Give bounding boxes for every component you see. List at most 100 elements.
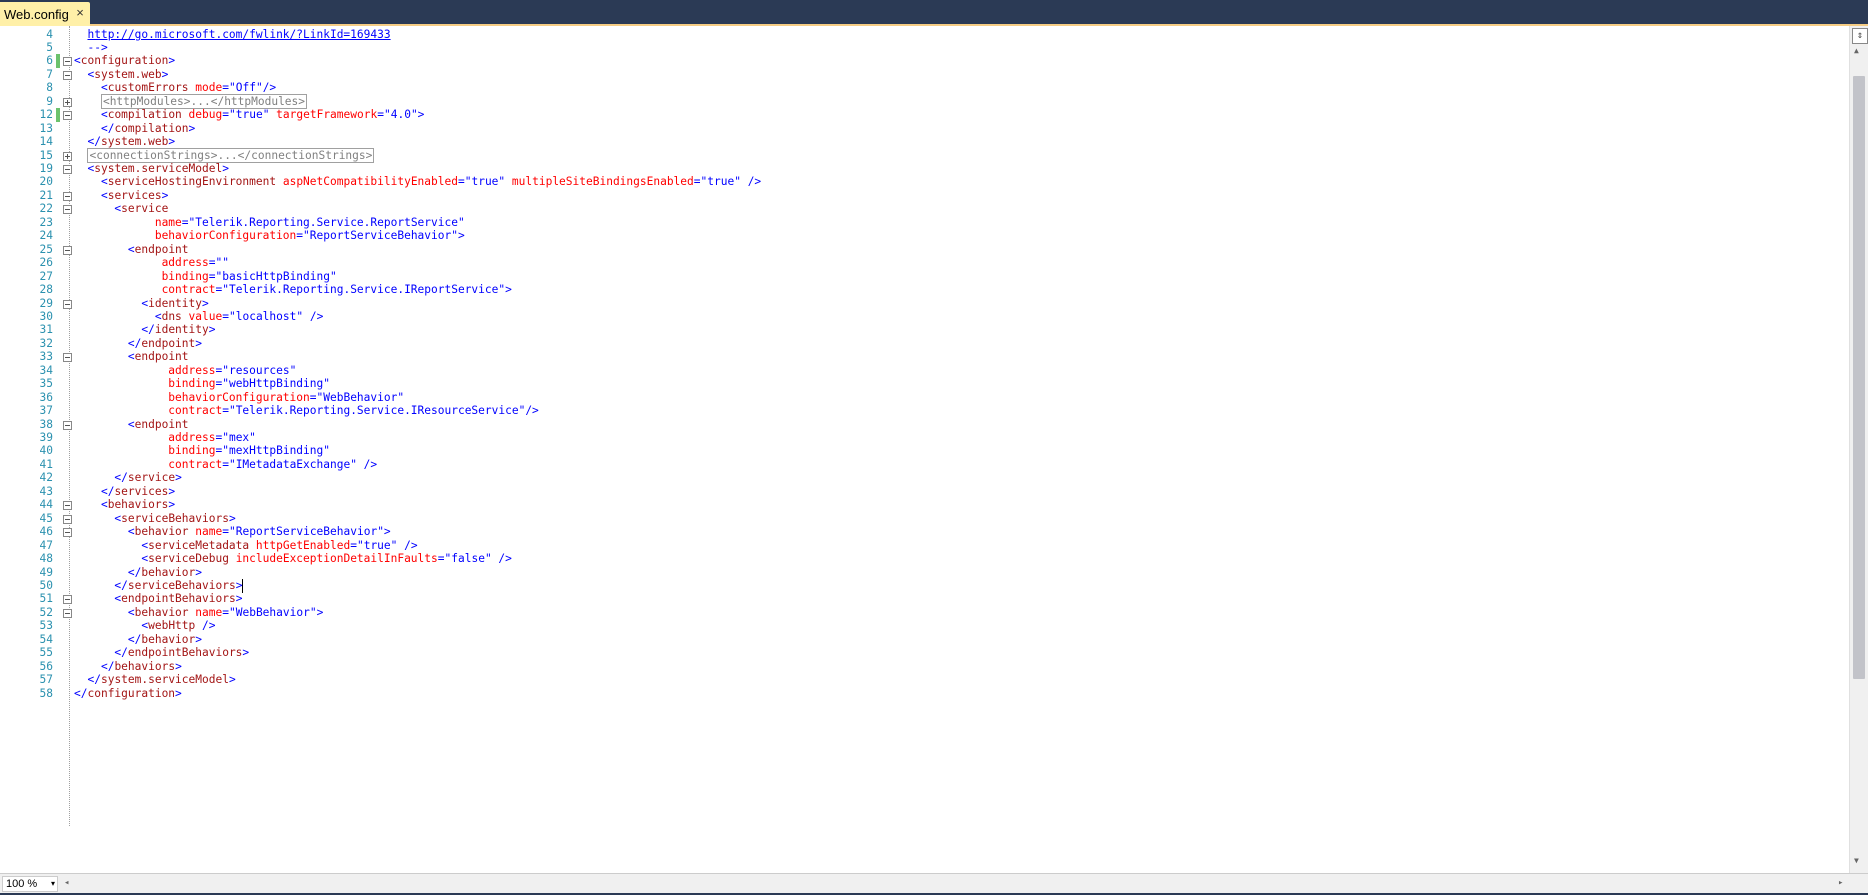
split-view-icon[interactable]: ⇕ [1852,28,1868,44]
code-token: "> [451,229,465,243]
tab-title: Web.config [4,6,69,22]
collapse-outline-icon[interactable] [63,70,72,80]
scroll-down-icon[interactable]: ▼ [1854,856,1859,865]
code-token: > [202,296,209,310]
code-token: < [100,498,108,512]
code-token: </ [127,632,142,646]
code-token: name [195,605,223,619]
code-token: customErrors [107,81,189,95]
collapse-outline-icon[interactable] [63,299,72,309]
code-token: behavior [141,632,196,646]
collapse-outline-icon[interactable] [63,245,72,255]
code-token: " [222,431,229,444]
code-token: "> [309,605,324,619]
code-token: " [228,108,236,122]
collapse-outline-icon[interactable] [63,608,72,618]
code-token: value [188,309,223,323]
expand-outline-icon[interactable] [63,97,72,107]
code-token: = [181,215,189,229]
tab-web-config[interactable]: Web.config × [0,2,90,26]
collapse-outline-icon[interactable] [63,57,72,67]
code-token: endpointBehaviors [127,646,243,660]
code-token: resources [228,363,290,377]
code-token: < [100,81,108,95]
code-token: < [127,605,135,619]
code-token: </ [100,659,115,673]
code-line[interactable]: 58 </configuration> [0,686,1840,702]
code-token: " [222,283,229,297]
scrollbar-thumb[interactable] [1853,76,1865,679]
code-token: " [222,363,229,377]
code-token: = [222,81,229,95]
editor-bottom-bar: 100 % ▾ ◂ ▸ [0,873,1868,895]
code-token: multipleSiteBindingsEnabled [511,175,694,189]
code-token: > [175,686,182,700]
code-token: serviceMetadata [148,538,250,552]
code-token: " /> [296,309,324,323]
scroll-up-icon[interactable]: ▲ [1854,46,1859,55]
collapse-outline-icon[interactable] [63,528,72,538]
collapse-outline-icon[interactable] [63,191,72,201]
code-token: Off [235,81,256,95]
code-token: ReportServiceBehavior [309,229,452,243]
code-token: < [154,309,162,323]
code-token: < [127,525,135,539]
code-editor[interactable]: 4 http://go.microsoft.com/fwlink/?LinkId… [0,26,1868,873]
code-token: " [228,404,236,418]
document-tab-strip: Web.config × [0,0,1868,26]
hyperlink[interactable]: http://go.microsoft.com/fwlink/?LinkId=1… [87,28,390,41]
code-token: > [161,188,169,202]
code-token: = [377,108,384,122]
code-token: mode [195,81,223,95]
code-token: mex [228,431,250,444]
collapse-outline-icon[interactable] [63,165,72,174]
code-token: " [498,175,512,189]
code-token: > [161,67,169,81]
code-token: IMetadataExchange [235,457,351,471]
code-token: true [707,175,735,189]
code-token: > [235,592,243,606]
code-token: endpointBehaviors [121,592,236,606]
code-token: configuration [87,686,176,700]
code-token: behaviorConfiguration [168,390,310,404]
code-token: < [127,242,135,256]
code-token: " [228,457,236,471]
code-token: endpoint [134,417,189,431]
code-token: " [397,390,405,404]
code-token: < [100,108,108,122]
code-token: aspNetCompatibilityEnabled [282,175,458,189]
code-token: "> [498,283,512,297]
expand-outline-icon[interactable] [63,151,72,161]
code-token: service [121,202,169,216]
code-token: > [168,54,176,68]
collapse-outline-icon[interactable] [63,595,72,605]
close-icon[interactable]: × [72,5,88,21]
code-token: httpGetEnabled [255,538,351,552]
code-token: < [74,54,81,68]
code-token: system.serviceModel [100,673,229,687]
code-token: = [350,538,357,552]
code-token: includeExceptionDetailInFaults [235,552,438,566]
code-token: binding [168,444,216,458]
code-token: "> [410,108,425,122]
scroll-right-icon[interactable]: ▸ [1838,878,1843,888]
code-token: " /> [350,457,378,471]
code-token: serviceDebug [148,552,229,566]
code-token: > [175,659,182,673]
collapse-outline-icon[interactable] [63,353,72,363]
vertical-scrollbar[interactable]: ⇕ ▲ ▼ [1849,26,1868,873]
collapse-outline-icon[interactable] [63,205,72,215]
collapse-outline-icon[interactable] [63,514,72,524]
scroll-left-icon[interactable]: ◂ [64,878,69,888]
collapse-outline-icon[interactable] [63,501,72,511]
code-token: webHttpBinding [228,377,324,391]
collapse-outline-icon[interactable] [63,111,72,121]
code-token: " [262,108,277,122]
code-token: behaviors [114,659,176,673]
code-token: < [100,175,108,189]
code-token: false [451,552,485,566]
zoom-select[interactable]: 100 % ▾ [2,876,58,892]
code-token: </ [127,565,142,579]
collapse-outline-icon[interactable] [63,420,72,430]
